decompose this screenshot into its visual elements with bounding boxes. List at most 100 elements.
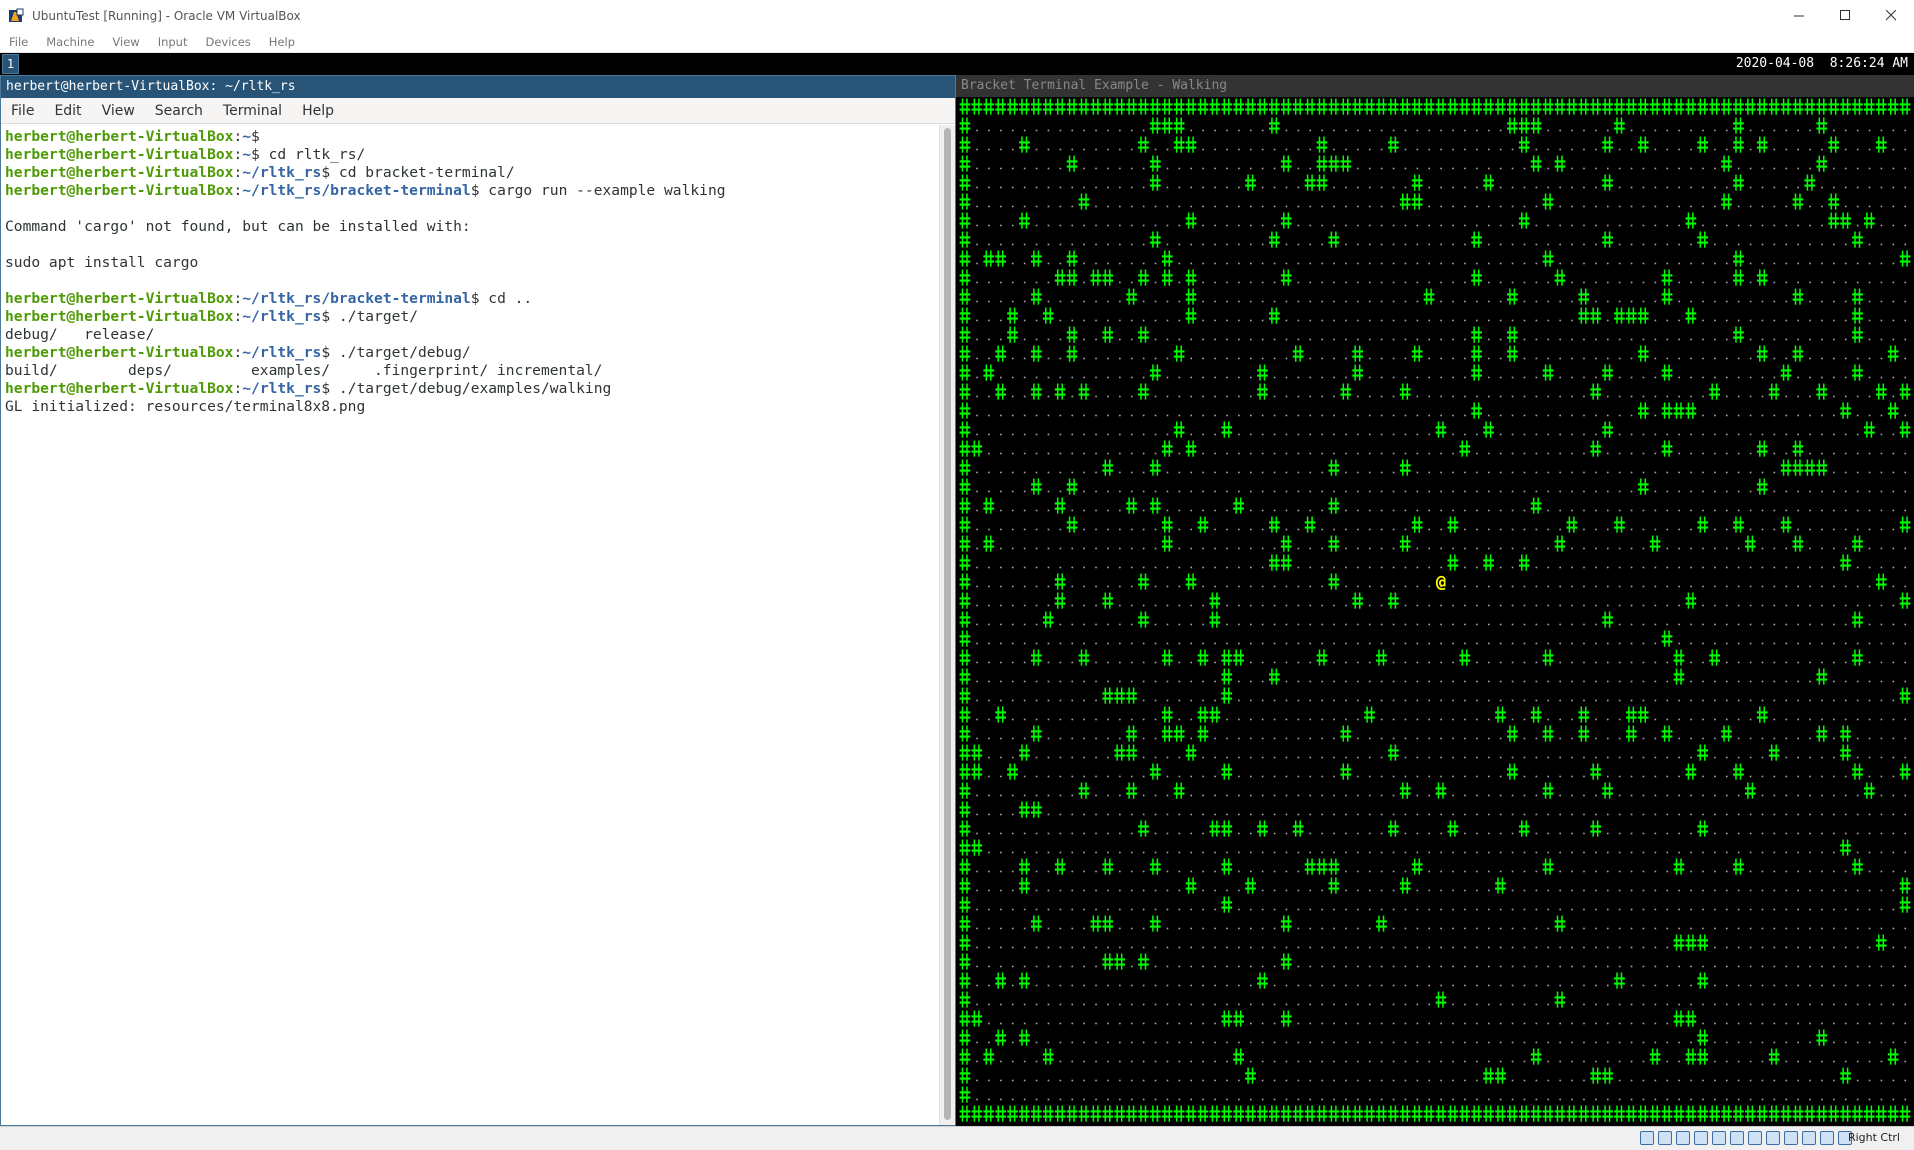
- floor-tile: [1797, 414, 1799, 417]
- network-icon[interactable]: [1694, 1131, 1708, 1145]
- wall-tile: [1792, 459, 1804, 476]
- close-button[interactable]: [1868, 0, 1914, 31]
- terminal-menu-help[interactable]: Help: [298, 103, 334, 119]
- floor-tile: [1095, 794, 1097, 797]
- terminal-menu-file[interactable]: File: [7, 103, 34, 119]
- floor-tile: [1761, 1079, 1764, 1082]
- maximize-button[interactable]: [1822, 0, 1868, 31]
- wall-tile: [1185, 1105, 1197, 1122]
- menu-input[interactable]: Input: [155, 35, 188, 49]
- floor-tile: [1273, 357, 1276, 360]
- recording-icon[interactable]: [1766, 1131, 1780, 1145]
- floor-tile: [1868, 661, 1871, 664]
- floor-tile: [1000, 680, 1002, 683]
- floor-tile: [1273, 832, 1276, 835]
- floor-tile: [1559, 148, 1561, 151]
- floor-tile: [1761, 1041, 1764, 1044]
- floor-tile: [1583, 984, 1585, 987]
- mouse-integration-icon[interactable]: [1802, 1131, 1816, 1145]
- wall-tile: [1054, 269, 1066, 286]
- floor-tile: [1785, 148, 1788, 151]
- floor-tile: [1749, 737, 1752, 740]
- floor-tile: [988, 433, 990, 436]
- floor-tile: [1202, 490, 1204, 493]
- menu-help[interactable]: Help: [266, 35, 295, 49]
- floor-tile: [1273, 148, 1276, 151]
- terminal-output[interactable]: herbert@herbert-VirtualBox:~$ herbert@her…: [1, 125, 941, 1125]
- floor-tile: [1107, 642, 1109, 645]
- floor-tile: [1404, 965, 1407, 968]
- wall-tile: [1507, 725, 1518, 742]
- floor-tile: [1178, 699, 1181, 702]
- wall-tile: [1233, 1048, 1245, 1065]
- floor-tile: [1321, 946, 1323, 949]
- menu-devices[interactable]: Devices: [202, 35, 250, 49]
- hard-disk-icon[interactable]: [1640, 1131, 1654, 1145]
- floor-tile: [1035, 851, 1038, 854]
- terminal-menu-edit[interactable]: Edit: [50, 103, 81, 119]
- floor-tile: [1785, 946, 1788, 949]
- terminal-window[interactable]: herbert@herbert-VirtualBox: ~/rltk_rs Fi…: [0, 75, 956, 1126]
- minimize-button[interactable]: [1776, 0, 1822, 31]
- floor-tile: [1202, 243, 1204, 246]
- bracket-terminal-window[interactable]: Bracket Terminal Example - Walking @: [956, 75, 1914, 1126]
- floor-tile: [1535, 452, 1538, 455]
- usb-icon[interactable]: [1712, 1131, 1726, 1145]
- shared-folder-icon[interactable]: [1730, 1131, 1744, 1145]
- optical-drive-icon[interactable]: [1658, 1131, 1672, 1145]
- wall-tile: [1709, 383, 1721, 400]
- cpu-icon[interactable]: [1784, 1131, 1798, 1145]
- floor-tile: [1856, 927, 1859, 930]
- floor-tile: [1606, 775, 1609, 778]
- floor-tile: [1487, 908, 1490, 911]
- floor-tile: [1202, 186, 1204, 189]
- wall-tile: [1090, 98, 1102, 115]
- workspace-button[interactable]: 1: [2, 54, 19, 74]
- floor-tile: [1702, 490, 1704, 493]
- menu-view[interactable]: View: [109, 35, 139, 49]
- floor-tile: [1773, 1079, 1776, 1082]
- floor-tile: [1487, 471, 1490, 474]
- terminal-menu-search[interactable]: Search: [151, 103, 203, 119]
- floor-tile: [1892, 585, 1895, 588]
- floor-tile: [1083, 338, 1085, 341]
- terminal-menu-terminal[interactable]: Terminal: [219, 103, 282, 119]
- floor-tile: [1892, 927, 1895, 930]
- floor-tile: [1452, 661, 1454, 664]
- floor-tile: [1166, 946, 1169, 949]
- floor-tile: [1892, 1003, 1895, 1006]
- floor-tile: [1511, 1003, 1514, 1006]
- menu-machine[interactable]: Machine: [43, 35, 94, 49]
- keyboard-icon[interactable]: [1820, 1131, 1834, 1145]
- scrollbar-thumb[interactable]: [944, 128, 951, 1120]
- floor-tile: [1452, 262, 1454, 265]
- floor-tile: [1630, 357, 1633, 360]
- terminal-scrollbar[interactable]: [939, 125, 955, 1125]
- wall-tile: [1661, 1105, 1673, 1122]
- floor-tile: [1345, 965, 1347, 968]
- floor-tile: [1345, 1079, 1347, 1082]
- terminal-output-line: sudo apt install cargo: [5, 254, 199, 271]
- floor-tile: [1249, 1098, 1252, 1101]
- floor-tile: [1035, 452, 1038, 455]
- floor-tile: [1856, 794, 1859, 797]
- floor-tile: [1702, 471, 1704, 474]
- menu-file[interactable]: File: [6, 35, 28, 49]
- display-icon[interactable]: [1748, 1131, 1762, 1145]
- floor-tile: [1714, 547, 1716, 550]
- terminal-menu-view[interactable]: View: [98, 103, 135, 119]
- audio-icon[interactable]: [1676, 1131, 1690, 1145]
- walking-map-canvas[interactable]: @: [959, 97, 1911, 1123]
- floor-tile: [1047, 471, 1050, 474]
- floor-tile: [1785, 509, 1788, 512]
- floor-tile: [1452, 338, 1454, 341]
- floor-tile: [1023, 338, 1026, 341]
- floor-tile: [1095, 908, 1097, 911]
- wall-tile: [1221, 668, 1233, 685]
- floor-tile: [1702, 1022, 1704, 1025]
- floor-tile: [1249, 604, 1252, 607]
- floor-tile: [1273, 661, 1276, 664]
- floor-tile: [1345, 300, 1347, 303]
- floor-tile: [1880, 452, 1883, 455]
- floor-tile: [1452, 908, 1454, 911]
